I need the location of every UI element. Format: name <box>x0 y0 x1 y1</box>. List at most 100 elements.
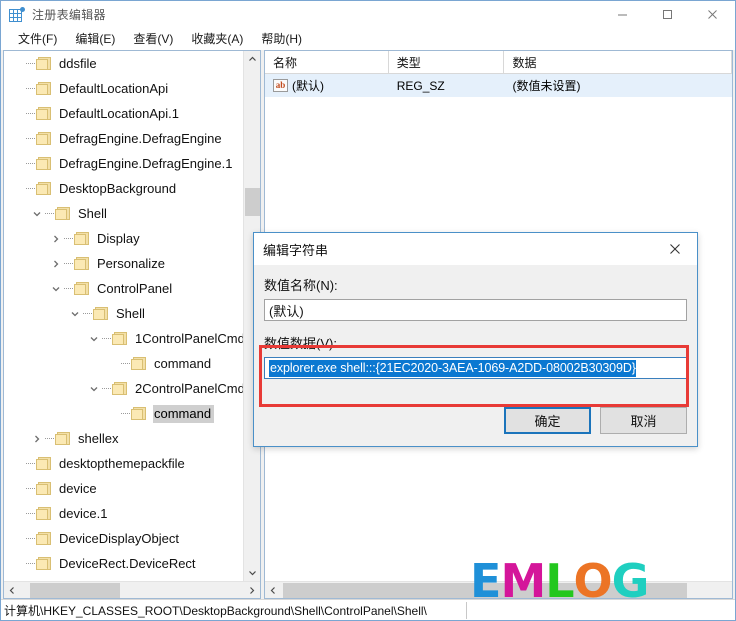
emlog-watermark: EMLOG <box>470 558 718 604</box>
tree-item-defaultlocationapi[interactable]: DefaultLocationApi <box>4 76 243 101</box>
minimize-icon[interactable] <box>600 1 645 28</box>
column-header-name[interactable]: 名称 <box>265 51 389 73</box>
tree-connector <box>64 226 74 251</box>
chevron-down-icon[interactable] <box>86 326 102 351</box>
emlog-letter-l: L <box>545 554 574 608</box>
scroll-left-icon[interactable] <box>4 582 21 598</box>
list-scroll-left-icon[interactable] <box>265 582 282 598</box>
tree-expander-placeholder <box>10 526 26 551</box>
tree-connector <box>45 426 55 451</box>
menu-bar: 文件(F) 编辑(E) 查看(V) 收藏夹(A) 帮助(H) <box>1 28 735 50</box>
tree-connector <box>121 401 131 426</box>
tree-item-display[interactable]: Display <box>4 226 243 251</box>
scroll-down-icon[interactable] <box>244 564 260 581</box>
tree-item-defragengine-defragengine-1[interactable]: DefragEngine.DefragEngine.1 <box>4 151 243 176</box>
close-icon[interactable] <box>690 1 735 28</box>
cancel-button[interactable]: 取消 <box>600 407 687 434</box>
tree-item-shell[interactable]: Shell <box>4 301 243 326</box>
folder-icon <box>55 431 71 446</box>
folder-icon <box>36 506 52 521</box>
tree-connector <box>26 551 36 576</box>
edit-string-dialog: 编辑字符串 数值名称(N): (默认) 数值数据(V): explorer.ex… <box>253 232 698 447</box>
chevron-down-icon[interactable] <box>67 301 83 326</box>
tree-connector <box>102 376 112 401</box>
column-header-data[interactable]: 数据 <box>504 51 732 73</box>
folder-icon <box>112 331 128 346</box>
tree-item-desktopbackground[interactable]: DesktopBackground <box>4 176 243 201</box>
value-data-input[interactable]: explorer.exe shell:::{21EC2020-3AEA-1069… <box>264 357 687 379</box>
tree-item-personalize[interactable]: Personalize <box>4 251 243 276</box>
table-row[interactable]: ab (默认) REG_SZ (数值未设置) <box>265 74 732 97</box>
menu-edit[interactable]: 编辑(E) <box>66 28 124 50</box>
menu-view[interactable]: 查看(V) <box>124 28 182 50</box>
folder-icon <box>74 281 90 296</box>
folder-icon <box>131 406 147 421</box>
ab-string-icon: ab <box>273 79 288 92</box>
tree-item-shellex[interactable]: shellex <box>4 426 243 451</box>
folder-icon <box>74 256 90 271</box>
tree-expander-placeholder <box>10 76 26 101</box>
window-title: 注册表编辑器 <box>32 8 106 22</box>
value-name-input[interactable]: (默认) <box>264 299 687 321</box>
tree-item-label: DefragEngine.DefragEngine.1 <box>59 155 233 171</box>
menu-favorites[interactable]: 收藏夹(A) <box>182 28 252 50</box>
tree-item-2controlpanelcmd[interactable]: 2ControlPanelCmd <box>4 376 243 401</box>
cell-name[interactable]: ab (默认) <box>265 74 389 97</box>
tree-item-device-1[interactable]: device.1 <box>4 501 243 526</box>
tree-item-command[interactable]: command <box>4 401 243 426</box>
tree-item-label: device.1 <box>59 505 108 521</box>
chevron-right-icon[interactable] <box>48 226 64 251</box>
tree-item-1controlpanelcmd[interactable]: 1ControlPanelCmd <box>4 326 243 351</box>
registry-tree-pane: ddsfile DefaultLocationApi DefaultLocation… <box>3 50 261 599</box>
tree-connector <box>64 276 74 301</box>
folder-icon <box>36 456 52 471</box>
tree-item-label: DeviceDisplayObject <box>59 530 179 546</box>
tree-connector <box>121 351 131 376</box>
emlog-letter-o: O <box>573 554 613 608</box>
folder-icon <box>36 181 52 196</box>
folder-icon <box>131 356 147 371</box>
tree-item-defragengine-defragengine[interactable]: DefragEngine.DefragEngine <box>4 126 243 151</box>
maximize-icon[interactable] <box>645 1 690 28</box>
tree-item-controlpanel[interactable]: ControlPanel <box>4 276 243 301</box>
registry-tree[interactable]: ddsfile DefaultLocationApi DefaultLocation… <box>4 51 243 581</box>
tree-item-defaultlocationapi-1[interactable]: DefaultLocationApi.1 <box>4 101 243 126</box>
tree-connector <box>26 126 36 151</box>
chevron-down-icon[interactable] <box>48 276 64 301</box>
dialog-buttons: 确定 取消 <box>504 407 687 434</box>
chevron-down-icon[interactable] <box>29 201 45 226</box>
chevron-down-icon[interactable] <box>86 376 102 401</box>
tree-hscroll-thumb[interactable] <box>30 583 120 598</box>
dialog-body: 数值名称(N): (默认) 数值数据(V): explorer.exe shel… <box>254 265 697 379</box>
tree-item-device[interactable]: device <box>4 476 243 501</box>
scroll-up-icon[interactable] <box>244 51 260 68</box>
tree-item-label: 1ControlPanelCmd <box>135 330 243 346</box>
menu-help[interactable]: 帮助(H) <box>252 28 311 50</box>
tree-item-devicedisplayobject[interactable]: DeviceDisplayObject <box>4 526 243 551</box>
menu-file[interactable]: 文件(F) <box>9 28 66 50</box>
folder-icon <box>112 381 128 396</box>
tree-item-label: DefaultLocationApi <box>59 80 169 96</box>
tree-horizontal-scrollbar[interactable] <box>4 581 260 598</box>
tree-item-shell[interactable]: Shell <box>4 201 243 226</box>
ok-button[interactable]: 确定 <box>504 407 591 434</box>
tree-item-desktopthemepackfile[interactable]: desktopthemepackfile <box>4 451 243 476</box>
scroll-right-icon[interactable] <box>243 582 260 598</box>
tree-expander-placeholder <box>10 126 26 151</box>
tree-item-devicerect-devicerect[interactable]: DeviceRect.DeviceRect <box>4 551 243 576</box>
tree-item-command[interactable]: command <box>4 351 243 376</box>
emlog-letter-e: E <box>470 554 501 608</box>
tree-scroll-thumb[interactable] <box>245 188 260 216</box>
folder-icon <box>36 106 52 121</box>
folder-icon <box>36 531 52 546</box>
tree-connector <box>45 201 55 226</box>
tree-item-label: command <box>153 404 215 423</box>
folder-icon <box>36 56 52 71</box>
tree-item-ddsfile[interactable]: ddsfile <box>4 51 243 76</box>
close-icon[interactable] <box>652 233 697 264</box>
chevron-right-icon[interactable] <box>48 251 64 276</box>
chevron-right-icon[interactable] <box>29 426 45 451</box>
column-header-type[interactable]: 类型 <box>389 51 505 73</box>
